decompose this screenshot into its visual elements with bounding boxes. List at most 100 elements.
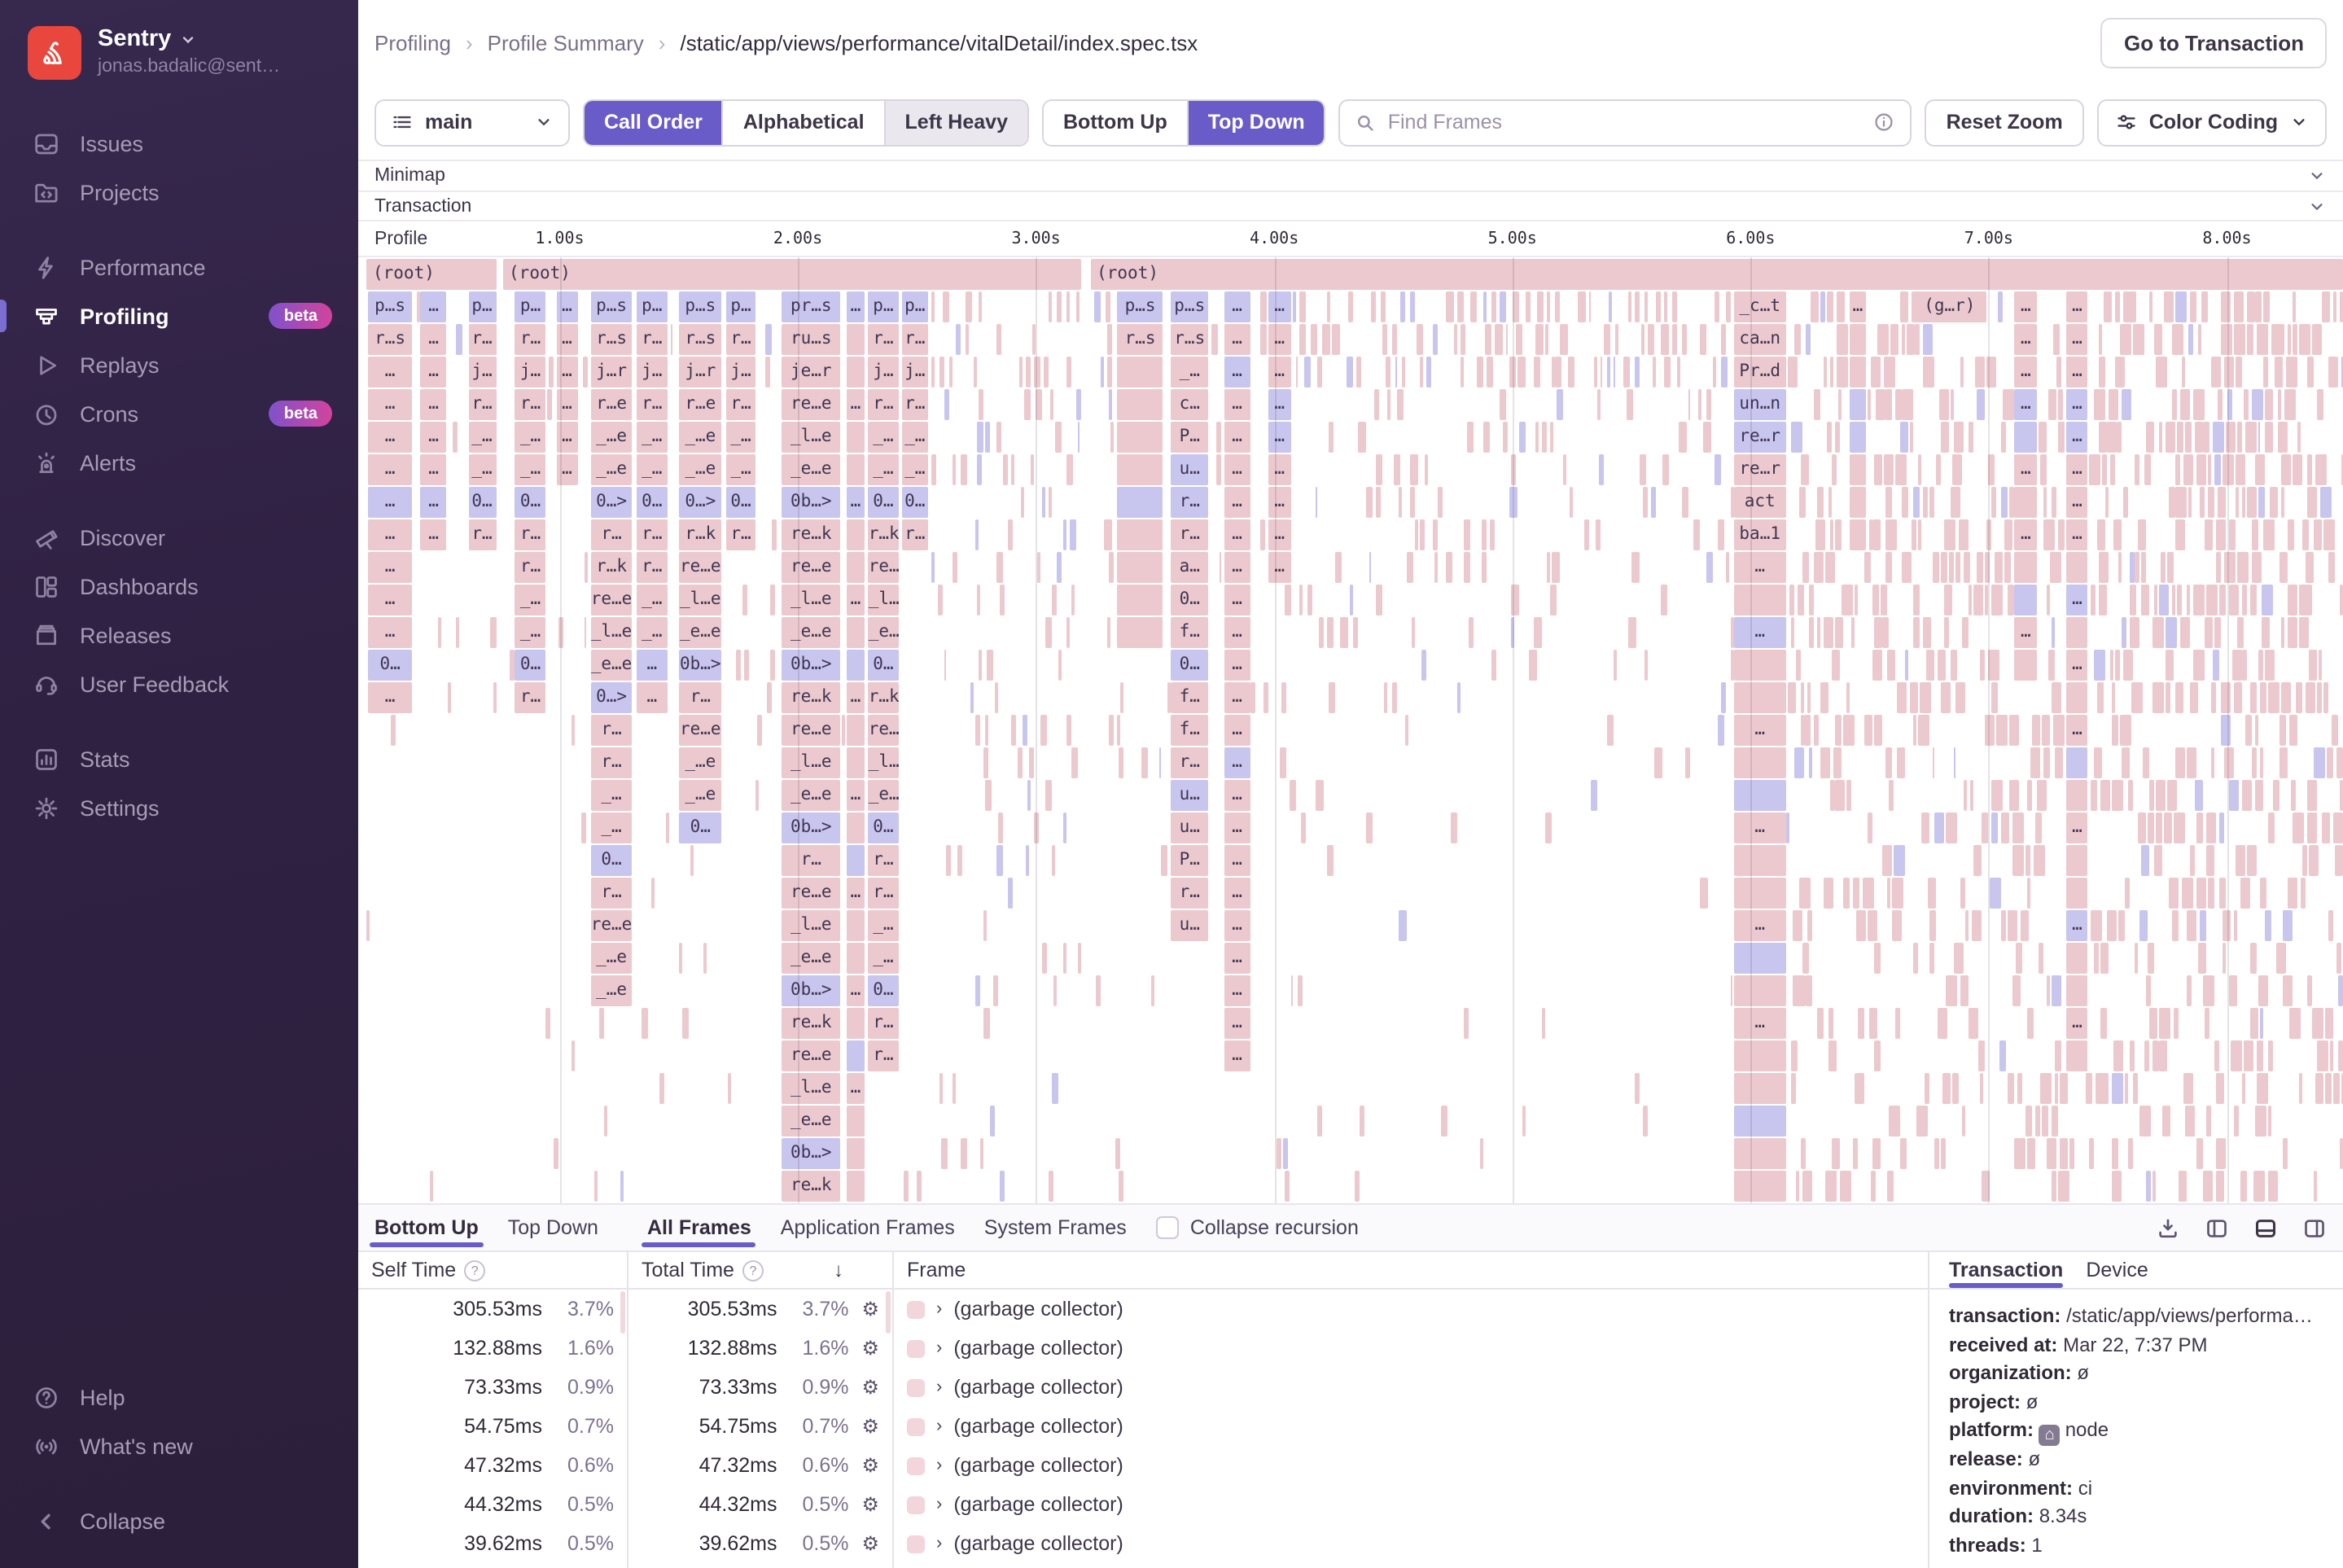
flame-frame[interactable] <box>1721 682 1726 713</box>
flame-frame[interactable] <box>1929 943 1934 974</box>
flame-frame[interactable] <box>2004 519 2012 550</box>
flame-frame[interactable] <box>2030 747 2041 778</box>
flame-frame[interactable] <box>2286 357 2297 388</box>
flame-frame[interactable] <box>2017 943 2021 974</box>
flame-root-frame[interactable]: (root) <box>1090 259 2343 290</box>
flame-frame[interactable] <box>944 389 949 420</box>
flame-frame[interactable] <box>2246 487 2257 518</box>
flame-frame[interactable] <box>2091 780 2097 811</box>
flame-frame[interactable]: _l…e <box>782 910 841 941</box>
flame-frame[interactable] <box>2244 389 2249 420</box>
flame-frame[interactable] <box>1391 324 1396 355</box>
flame-frame[interactable] <box>2197 878 2206 909</box>
flame-frame[interactable] <box>2229 975 2237 1006</box>
flame-frame[interactable] <box>2260 1008 2263 1039</box>
flame-frame[interactable] <box>847 910 865 941</box>
flame-frame[interactable] <box>1541 422 1548 453</box>
flame-frame[interactable] <box>2089 454 2101 485</box>
flame-frame[interactable] <box>1500 389 1506 420</box>
transaction-panel-header[interactable]: Transaction <box>358 192 2343 221</box>
flame-frame[interactable] <box>1141 747 1149 778</box>
flame-frame[interactable] <box>2246 291 2254 322</box>
flame-frame[interactable]: … <box>421 389 447 420</box>
flame-frame[interactable] <box>2159 585 2169 615</box>
flame-frame[interactable] <box>2060 1138 2068 1169</box>
flame-frame[interactable] <box>1434 552 1439 583</box>
flame-frame[interactable] <box>1118 357 1163 388</box>
flame-frame[interactable]: … <box>847 291 865 322</box>
flame-frame[interactable] <box>1902 552 1912 583</box>
flame-frame[interactable] <box>2188 487 2192 518</box>
flame-frame[interactable] <box>1824 617 1834 648</box>
flame-frame[interactable]: r… <box>637 519 667 550</box>
flame-frame[interactable] <box>2253 552 2262 583</box>
flame-frame[interactable] <box>2155 812 2161 843</box>
flame-frame[interactable]: … <box>2066 357 2088 388</box>
flame-frame[interactable] <box>970 682 974 713</box>
flame-frame[interactable] <box>2160 1040 2167 1071</box>
flame-frame[interactable] <box>1802 943 1808 974</box>
flame-frame[interactable] <box>1934 812 1943 843</box>
expand-chevron-icon[interactable]: › <box>936 1456 942 1475</box>
flame-frame[interactable]: re…e <box>782 389 841 420</box>
flame-frame[interactable]: r…k <box>591 552 633 583</box>
flame-frame[interactable]: r… <box>902 324 928 355</box>
flame-frame[interactable] <box>678 943 682 974</box>
flame-frame[interactable] <box>2224 357 2233 388</box>
flame-frame[interactable] <box>1107 357 1112 388</box>
segment-left-heavy[interactable]: Left Heavy <box>884 100 1027 144</box>
flame-frame[interactable] <box>1118 552 1163 583</box>
flame-frame[interactable] <box>1105 291 1110 322</box>
flame-frame[interactable] <box>1946 812 1957 843</box>
sidebar-collapse-button[interactable]: Collapse <box>0 1496 358 1545</box>
flame-frame[interactable] <box>1393 682 1397 713</box>
flame-frame[interactable] <box>1327 291 1331 322</box>
flame-frame[interactable]: … <box>637 682 667 713</box>
flame-frame[interactable]: r… <box>1171 519 1208 550</box>
flame-frame[interactable] <box>997 812 1004 843</box>
flame-frame[interactable] <box>2221 291 2231 322</box>
flame-frame[interactable] <box>572 715 576 746</box>
flame-frame[interactable] <box>1447 291 1454 322</box>
flame-frame[interactable] <box>1328 617 1334 648</box>
flame-frame[interactable] <box>2182 878 2193 909</box>
flame-frame[interactable] <box>1849 422 1867 453</box>
flame-frame[interactable] <box>1835 617 1844 648</box>
flame-frame[interactable] <box>2142 585 2150 615</box>
flame-frame[interactable] <box>2315 1073 2323 1104</box>
flame-frame[interactable]: … <box>2015 389 2037 420</box>
flame-frame[interactable] <box>2187 747 2196 778</box>
flame-frame[interactable] <box>2127 780 2133 811</box>
download-icon[interactable] <box>2156 1215 2180 1240</box>
flame-frame[interactable] <box>949 357 952 388</box>
flame-frame[interactable] <box>2261 617 2271 648</box>
flame-frame[interactable] <box>2015 1138 2025 1169</box>
flame-frame[interactable] <box>2125 1073 2129 1104</box>
flame-frame[interactable] <box>2139 910 2148 941</box>
flame-frame[interactable] <box>1457 291 1465 322</box>
flame-frame[interactable]: 0b…> <box>782 975 841 1006</box>
breadcrumb-item[interactable]: Profiling <box>374 30 451 55</box>
flame-frame[interactable] <box>2279 747 2287 778</box>
flame-frame[interactable] <box>1644 291 1649 322</box>
flame-frame[interactable] <box>2313 1171 2317 1202</box>
flame-frame[interactable]: … <box>1224 617 1250 648</box>
flame-frame[interactable] <box>2313 324 2322 355</box>
flame-frame[interactable] <box>2280 617 2285 648</box>
flame-frame[interactable]: r…k <box>680 519 721 550</box>
flame-frame[interactable] <box>2190 682 2197 713</box>
flame-frame[interactable] <box>1395 454 1401 485</box>
flame-frame[interactable] <box>1883 617 1890 648</box>
flame-frame[interactable]: r…e <box>591 389 633 420</box>
flame-frame[interactable] <box>1830 519 1834 550</box>
flame-frame[interactable] <box>2252 389 2263 420</box>
flame-frame[interactable]: je…r <box>782 357 841 388</box>
flame-frame[interactable] <box>2255 780 2264 811</box>
flame-frame[interactable] <box>1002 454 1008 485</box>
flame-frame[interactable] <box>2157 780 2166 811</box>
flame-frame[interactable] <box>1872 1138 1881 1169</box>
flame-frame[interactable] <box>2229 585 2239 615</box>
flame-frame[interactable] <box>1916 1106 1927 1137</box>
flame-frame[interactable] <box>2259 487 2266 518</box>
flame-frame[interactable] <box>1919 715 1930 746</box>
